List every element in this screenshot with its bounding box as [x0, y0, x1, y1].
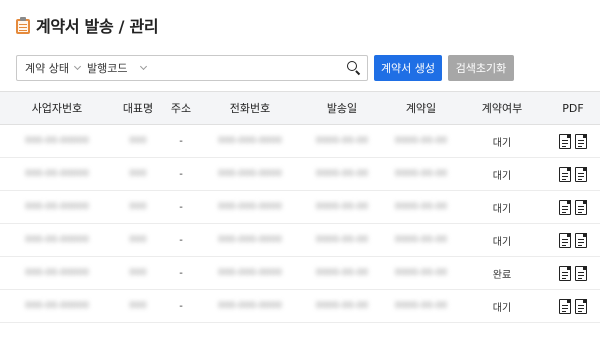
reset-search-button[interactable]: 검색초기화: [448, 55, 514, 81]
address-cell: -: [179, 300, 183, 312]
business-number-cell: 000-00-00000: [25, 169, 89, 179]
search-icon[interactable]: [341, 56, 367, 80]
pdf-cell: [546, 298, 600, 314]
sent-date-cell: 0000-00-00: [315, 136, 369, 146]
representative-cell: 000: [129, 202, 147, 212]
document-icon[interactable]: [559, 199, 571, 215]
create-contract-button[interactable]: 계약서 생성: [374, 55, 442, 81]
document-icon[interactable]: [559, 232, 571, 248]
contract-status-cell: 대기: [492, 170, 512, 182]
document-icon[interactable]: [575, 265, 587, 281]
representative-cell: 000: [129, 301, 147, 311]
table-header: 사업자번호 대표명 주소 전화번호 발송일 계약일 계약여부 PDF: [0, 91, 600, 125]
contract-table: 사업자번호 대표명 주소 전화번호 발송일 계약일 계약여부 PDF 000-0…: [0, 91, 600, 323]
table-row[interactable]: 000-00-00000 000 - 000-000-0000 0000-00-…: [0, 290, 600, 323]
address-cell: -: [179, 201, 183, 213]
search-bar: 계약 상태 발행코드: [16, 55, 368, 81]
business-number-cell: 000-00-00000: [25, 202, 89, 212]
column-header-rep: 대표명: [122, 102, 154, 115]
phone-cell: 000-000-0000: [218, 235, 282, 245]
phone-cell: 000-000-0000: [218, 169, 282, 179]
column-header-pdf: PDF: [562, 101, 584, 115]
contract-date-cell: 0000-00-00: [394, 136, 448, 146]
column-header-status: 계약여부: [481, 102, 523, 115]
address-cell: -: [179, 135, 183, 147]
representative-cell: 000: [129, 136, 147, 146]
address-cell: -: [179, 168, 183, 180]
column-header-date: 계약일: [405, 102, 437, 115]
contract-status-dropdown[interactable]: 계약 상태: [17, 56, 87, 80]
sent-date-cell: 0000-00-00: [315, 268, 369, 278]
document-icon[interactable]: [575, 298, 587, 314]
issue-code-dropdown[interactable]: 발행코드: [87, 56, 167, 80]
business-number-cell: 000-00-00000: [25, 235, 89, 245]
page-header: 계약서 발송 / 관리: [16, 14, 159, 36]
document-icon[interactable]: [559, 133, 571, 149]
contract-date-cell: 0000-00-00: [394, 169, 448, 179]
address-cell: -: [179, 267, 183, 279]
contract-date-cell: 0000-00-00: [394, 235, 448, 245]
search-input[interactable]: [167, 56, 341, 80]
document-icon[interactable]: [575, 166, 587, 182]
pdf-cell: [546, 265, 600, 281]
document-icon[interactable]: [575, 133, 587, 149]
contract-date-cell: 0000-00-00: [394, 202, 448, 212]
contract-date-cell: 0000-00-00: [394, 301, 448, 311]
chevron-down-icon: [73, 62, 82, 71]
representative-cell: 000: [129, 235, 147, 245]
table-row[interactable]: 000-00-00000 000 - 000-000-0000 0000-00-…: [0, 224, 600, 257]
contract-status-cell: 대기: [492, 236, 512, 248]
column-header-sent: 발송일: [326, 102, 358, 115]
clipboard-icon: [16, 16, 30, 34]
representative-cell: 000: [129, 268, 147, 278]
phone-cell: 000-000-0000: [218, 202, 282, 212]
pdf-cell: [546, 232, 600, 248]
contract-status-cell: 대기: [492, 137, 512, 149]
contract-date-cell: 0000-00-00: [394, 268, 448, 278]
sent-date-cell: 0000-00-00: [315, 169, 369, 179]
contract-status-cell: 대기: [492, 302, 512, 314]
column-header-addr: 주소: [170, 102, 192, 115]
business-number-cell: 000-00-00000: [25, 136, 89, 146]
table-row[interactable]: 000-00-00000 000 - 000-000-0000 0000-00-…: [0, 257, 600, 290]
table-row[interactable]: 000-00-00000 000 - 000-000-0000 0000-00-…: [0, 191, 600, 224]
table-body: 000-00-00000 000 - 000-000-0000 0000-00-…: [0, 125, 600, 323]
sent-date-cell: 0000-00-00: [315, 235, 369, 245]
sent-date-cell: 0000-00-00: [315, 301, 369, 311]
issue-code-label: 발행코드: [87, 62, 128, 75]
address-cell: -: [179, 234, 183, 246]
document-icon[interactable]: [559, 166, 571, 182]
phone-cell: 000-000-0000: [218, 301, 282, 311]
column-header-biz: 사업자번호: [31, 102, 83, 115]
contract-status-cell: 대기: [492, 203, 512, 215]
pdf-cell: [546, 133, 600, 149]
phone-cell: 000-000-0000: [218, 268, 282, 278]
document-icon[interactable]: [559, 265, 571, 281]
representative-cell: 000: [129, 169, 147, 179]
contract-status-label: 계약 상태: [25, 62, 69, 75]
business-number-cell: 000-00-00000: [25, 268, 89, 278]
pdf-cell: [546, 199, 600, 215]
business-number-cell: 000-00-00000: [25, 301, 89, 311]
document-icon[interactable]: [559, 298, 571, 314]
contract-status-cell: 완료: [492, 269, 512, 281]
phone-cell: 000-000-0000: [218, 136, 282, 146]
sent-date-cell: 0000-00-00: [315, 202, 369, 212]
column-header-phone: 전화번호: [229, 102, 271, 115]
table-row[interactable]: 000-00-00000 000 - 000-000-0000 0000-00-…: [0, 158, 600, 191]
page-title: 계약서 발송 / 관리: [36, 17, 159, 36]
pdf-cell: [546, 166, 600, 182]
document-icon[interactable]: [575, 232, 587, 248]
chevron-down-icon: [140, 62, 148, 71]
table-row[interactable]: 000-00-00000 000 - 000-000-0000 0000-00-…: [0, 125, 600, 158]
document-icon[interactable]: [575, 199, 587, 215]
